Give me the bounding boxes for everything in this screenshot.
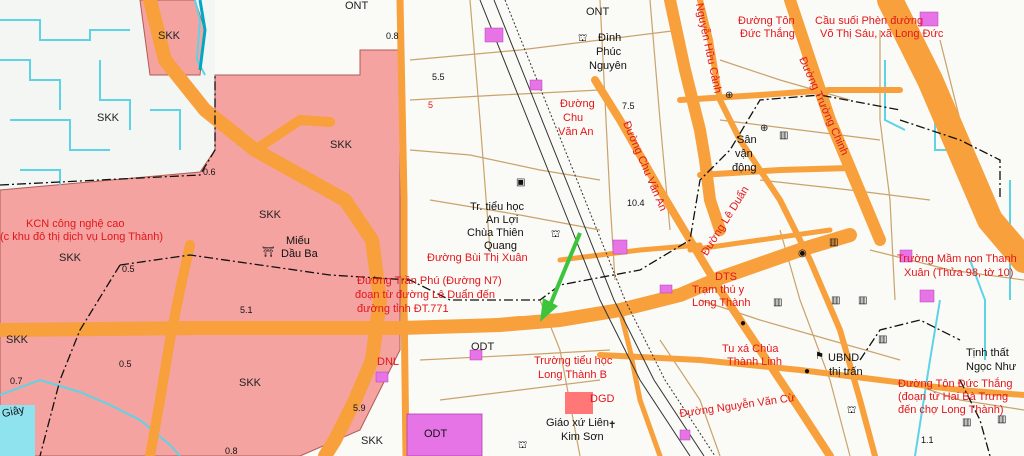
road-label-tdt-bottom-2: (đoạn từ Hai Bà Trưng xyxy=(898,391,1009,403)
elevation-label: 5.9 xyxy=(353,403,366,413)
place-label-vet: Trạm thú y xyxy=(692,284,745,296)
school-icon: ▣ xyxy=(516,177,526,188)
book-icon: ▥ xyxy=(779,130,789,141)
government-icon: ⚑ xyxy=(815,351,824,362)
book-icon: ▥ xyxy=(962,417,972,428)
road-label-chuvanan-3: Văn An xyxy=(558,126,594,138)
elevation-label: 0.7 xyxy=(10,376,23,386)
elevation-label: 5.1 xyxy=(240,305,253,315)
place-label-dinh: Đình xyxy=(598,32,622,44)
book-icon: ▥ xyxy=(773,297,783,308)
elevation-label: 5 xyxy=(428,100,434,110)
elevation-label: 5.5 xyxy=(432,72,445,82)
book-icon: ▥ xyxy=(997,414,1007,425)
school-icon: ⛫ xyxy=(518,440,528,451)
zone-label-skk: SKK xyxy=(158,30,181,42)
road-label-tranphu-2: đoạn từ đường Lê Duẩn đến xyxy=(355,289,495,301)
road-label-tdt-top-2: Đức Thắng xyxy=(740,28,795,40)
place-label-tuxa: Tu xá Chùa xyxy=(722,343,779,355)
zone-label-dnl: DNL xyxy=(377,356,400,368)
place-label-kindergarten: Trường Mầm non Thanh xyxy=(897,253,1017,265)
zone-label-ont: ONT xyxy=(345,0,369,12)
place-label-mieu: Miếu xyxy=(286,235,310,247)
road-label-buithixuan: Đường Bùi Thị Xuân xyxy=(427,252,528,264)
church-icon: ✝ xyxy=(608,420,617,431)
place-label-school-anloi-2: An Lợi xyxy=(486,214,519,226)
place-label-parish-2: Kim Sơn xyxy=(561,431,604,443)
zone-label-dts: DTS xyxy=(715,271,737,283)
road-label-tdt-bottom: Đường Tôn Đức Thắng xyxy=(898,378,1013,390)
land-use-map[interactable]: SKK SKK SKK SKK SKK SKK SKK SKK ONT ONT … xyxy=(0,0,1024,456)
road-label-causuoi: Cầu suối Phèn đường xyxy=(815,15,924,27)
place-label-tuxa-2: Thành Linh xyxy=(727,356,783,368)
zone-label-odt: ODT xyxy=(471,341,495,353)
hospital-icon: ⊕ xyxy=(760,123,769,134)
place-label-tinhthat: Tịnh thất xyxy=(966,347,1009,359)
zone-label-skk: SKK xyxy=(97,112,120,124)
place-label-school-lt-2: Long Thành B xyxy=(538,369,607,381)
zone-label-dgd: DGD xyxy=(590,393,615,405)
road-label-tdt-top: Đường Tôn xyxy=(738,15,795,27)
shrine-icon: ⛩ xyxy=(262,247,275,258)
place-label-school-lt: Trường tiểu học xyxy=(534,355,613,367)
school-icon: ⛫ xyxy=(847,405,857,416)
place-label-tinhthat-2: Ngọc Như xyxy=(966,361,1017,373)
place-label-pagoda-2: Quang xyxy=(484,240,518,252)
book-icon: ▥ xyxy=(831,295,841,306)
place-label-mieu-2: Dầu Ba xyxy=(281,248,318,260)
place-label-stadium: Sân xyxy=(737,134,757,146)
road-label-tdt-bottom-3: đến chợ Long Thành) xyxy=(898,404,1004,416)
place-label-kcn: KCN công nghệ cao xyxy=(26,218,125,230)
elevation-label: 0.8 xyxy=(386,31,399,41)
hospital-icon: ⊕ xyxy=(725,90,734,101)
circle-marker-icon: ◉ xyxy=(798,248,807,259)
elevation-label: 0.5 xyxy=(122,264,135,274)
zone-label-skk: SKK xyxy=(361,435,384,447)
place-label-kindergarten-2: Xuân (Thửa 98, tờ 10) xyxy=(904,267,1014,279)
place-label-school-anloi: Tr. tiểu học xyxy=(470,201,525,213)
road-label-tranphu: Đường Trần Phú (Đường N7) xyxy=(357,275,502,287)
zone-label-ont: ONT xyxy=(586,6,610,18)
circle-marker-icon: ● xyxy=(804,366,811,377)
circle-marker-icon: ● xyxy=(740,318,747,329)
place-label-pagoda: Chùa Thiên xyxy=(467,227,524,239)
pagoda-icon: ⛫ xyxy=(551,229,561,240)
place-label-dinh-3: Nguyên xyxy=(589,60,627,72)
place-label-dinh-2: Phúc xyxy=(596,46,622,58)
place-label-ubnd: UBND xyxy=(828,352,860,364)
zone-label-skk: SKK xyxy=(239,377,262,389)
place-label-parish: Giáo xứ Liên xyxy=(546,417,610,429)
elevation-label: 0.5 xyxy=(119,359,132,369)
book-icon: ▥ xyxy=(878,334,888,345)
elevation-label: 0.6 xyxy=(203,167,216,177)
place-label-ubnd-2: thị trấn xyxy=(829,366,863,378)
road-label-chuvanan-2: Chu xyxy=(563,112,584,124)
book-icon: ▥ xyxy=(829,237,839,248)
road-label-chuvanan: Đường xyxy=(560,98,595,110)
zone-label-skk: SKK xyxy=(59,252,82,264)
road-label-tranphu-3: đường tỉnh ĐT.771 xyxy=(357,303,449,315)
zone-label-skk: SKK xyxy=(6,334,29,346)
temple-icon: ⛫ xyxy=(578,33,588,44)
road-label-causuoi-2: Võ Thị Sáu, xã Long Đức xyxy=(820,28,944,40)
elevation-label: 1.1 xyxy=(921,435,934,445)
place-label-stadium-3: động xyxy=(732,162,757,174)
place-label-stadium-2: vận xyxy=(735,148,753,160)
book-icon: ▥ xyxy=(858,295,868,306)
elevation-label: 0.8 xyxy=(225,446,238,456)
place-label-kcn-sub: (c khu đô thị dịch vụ Long Thành) xyxy=(0,231,164,243)
place-label-vet-2: Long Thành xyxy=(692,297,751,309)
zone-label-skk: SKK xyxy=(259,209,282,221)
zone-label-odt: ODT xyxy=(424,428,448,440)
elevation-label: 7.5 xyxy=(622,101,635,111)
elevation-label: 10.4 xyxy=(627,198,645,208)
zone-label-skk: SKK xyxy=(330,139,353,151)
